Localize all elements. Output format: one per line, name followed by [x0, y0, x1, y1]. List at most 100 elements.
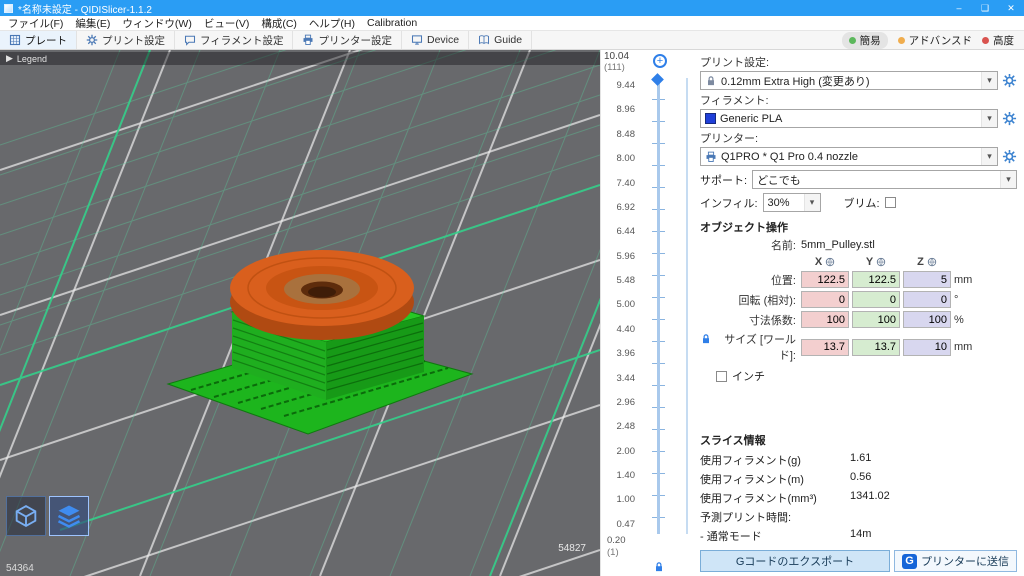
filament-gear-icon[interactable]	[1002, 111, 1017, 126]
world-icon[interactable]	[927, 257, 937, 267]
layer-tick-labels: 9.44 8.96 8.48 8.00 7.40 6.92 6.44 5.96 …	[601, 80, 636, 530]
brim-checkbox[interactable]	[884, 197, 896, 208]
cube-icon	[12, 502, 40, 530]
normal-mode-label: - 通常モード	[700, 531, 762, 543]
rotation-y-field[interactable]	[852, 291, 900, 308]
editor-view-button[interactable]	[6, 496, 46, 536]
slider-lock-icon[interactable]	[653, 561, 665, 573]
gear-icon	[86, 34, 98, 46]
size-y-field[interactable]	[852, 338, 900, 356]
size-unit: mm	[954, 341, 973, 353]
layer-slider-secondary-track[interactable]	[686, 78, 688, 534]
world-icon[interactable]	[876, 257, 886, 267]
mode-simple[interactable]: 簡易	[841, 31, 888, 49]
chevron-down-icon: ▾	[981, 148, 997, 165]
printer-icon	[302, 34, 314, 46]
chevron-down-icon: ▾	[1000, 171, 1016, 188]
filament-label: フィラメント:	[700, 95, 769, 107]
size-x-field[interactable]	[801, 338, 849, 356]
object-name-label: 名前:	[770, 240, 796, 252]
tab-device-label: Device	[426, 34, 460, 46]
uniform-scale-lock-icon[interactable]	[700, 333, 712, 345]
tab-print-settings-label: プリント設定	[102, 34, 165, 47]
layer-tick-label: 6.44	[616, 226, 636, 238]
viewport-3d[interactable]: ▶ Legend 54364 54827	[0, 50, 600, 576]
menu-window[interactable]: ウィンドウ(W)	[116, 16, 197, 30]
layer-slider-panel: 10.04 (111) + 9.44 8.96 8.48 8.00 7.40 6…	[600, 50, 692, 576]
scale-unit: %	[954, 313, 964, 326]
tab-printer-settings[interactable]: プリンター設定	[293, 31, 402, 49]
tab-guide[interactable]: Guide	[469, 31, 533, 49]
titlebar: *名称未設定 - QIDISlicer-1.1.2 – ❑ ✕	[0, 0, 1024, 16]
tab-filament-settings[interactable]: フィラメント設定	[175, 31, 294, 49]
layer-tick-label: 4.40	[616, 323, 636, 335]
layer-tick-label: 3.44	[616, 372, 636, 384]
send-to-printer-button[interactable]: G プリンターに送信	[894, 550, 1017, 572]
add-color-change-button[interactable]: +	[653, 54, 667, 68]
menu-edit[interactable]: 編集(E)	[69, 16, 116, 30]
tab-device[interactable]: Device	[402, 31, 470, 49]
model-5mm-pulley[interactable]	[166, 250, 474, 435]
scale-label: 寸法係数:	[748, 314, 796, 327]
menu-view[interactable]: ビュー(V)	[198, 16, 256, 30]
position-z-field[interactable]	[903, 271, 951, 288]
preview-view-button[interactable]	[49, 496, 89, 536]
layers-icon	[55, 502, 83, 530]
plate-coordinate-left: 54364	[6, 563, 34, 574]
layer-tick-label: 1.00	[616, 494, 636, 506]
rotation-z-field[interactable]	[903, 291, 951, 308]
position-label: 位置:	[770, 274, 796, 287]
rotation-unit: °	[954, 293, 959, 306]
support-select[interactable]: どこでも ▾	[752, 170, 1017, 189]
world-icon[interactable]	[825, 257, 835, 267]
position-x-field[interactable]	[801, 271, 849, 288]
filament-used-m-value: 0.56	[850, 471, 872, 483]
menu-calibration[interactable]: Calibration	[361, 16, 423, 30]
layer-tick-label: 1.40	[616, 470, 636, 481]
inches-checkbox[interactable]	[716, 370, 727, 382]
tab-print-settings[interactable]: プリント設定	[77, 31, 175, 49]
scale-x-field[interactable]	[801, 311, 849, 328]
rotation-x-field[interactable]	[801, 291, 849, 308]
menu-file[interactable]: ファイル(F)	[2, 16, 69, 30]
scale-y-field[interactable]	[852, 311, 900, 328]
layer-slider-track[interactable]	[657, 78, 660, 534]
filament-color-swatch	[705, 113, 716, 124]
tab-plate[interactable]: プレート	[0, 31, 77, 49]
filament-used-mm3-value: 1341.02	[850, 490, 890, 502]
print-settings-gear-icon[interactable]	[1002, 73, 1017, 88]
printer-gear-icon[interactable]	[1002, 149, 1017, 164]
size-z-field[interactable]	[903, 338, 951, 356]
infill-select[interactable]: 30% ▾	[762, 193, 821, 212]
build-plate-scene	[0, 50, 600, 576]
close-button[interactable]: ✕	[998, 0, 1024, 16]
menu-config[interactable]: 構成(C)	[255, 16, 303, 30]
scale-z-field[interactable]	[903, 311, 951, 328]
mode-simple-label: 簡易	[859, 34, 881, 47]
filament-select[interactable]: Generic PLA ▾	[700, 109, 998, 128]
filament-used-g-label: 使用フィラメント(g)	[700, 455, 801, 467]
layer-tick-label: 8.96	[616, 104, 636, 116]
normal-mode-value: 14m	[850, 528, 872, 540]
minimize-button[interactable]: –	[946, 0, 972, 16]
legend-bar[interactable]: ▶ Legend	[0, 52, 600, 65]
mode-expert[interactable]: 高度	[982, 33, 1014, 48]
support-value: どこでも	[757, 174, 801, 187]
menu-help[interactable]: ヘルプ(H)	[303, 16, 361, 30]
position-unit: mm	[954, 273, 973, 286]
layer-bottom-height: 0.20	[607, 535, 626, 546]
chevron-down-icon: ▾	[981, 110, 997, 127]
export-gcode-button[interactable]: Gコードのエクスポート	[700, 550, 890, 572]
send-to-printer-label: プリンターに送信	[921, 556, 1009, 568]
chevron-down-icon: ▾	[803, 194, 820, 211]
printer-label: プリンター:	[700, 133, 759, 145]
legend-collapse-icon[interactable]: ▶	[6, 53, 13, 64]
mode-advanced[interactable]: アドバンスド	[897, 33, 972, 48]
inches-label: インチ	[732, 371, 765, 383]
maximize-button[interactable]: ❑	[972, 0, 998, 16]
estimated-time-label: 予測プリント時間:	[700, 512, 792, 524]
position-y-field[interactable]	[852, 271, 900, 288]
expert-mode-dot-icon	[982, 36, 989, 44]
print-settings-select[interactable]: 0.12mm Extra High (変更あり) ▾	[700, 71, 998, 90]
printer-select[interactable]: Q1PRO * Q1 Pro 0.4 nozzle ▾	[700, 147, 998, 166]
